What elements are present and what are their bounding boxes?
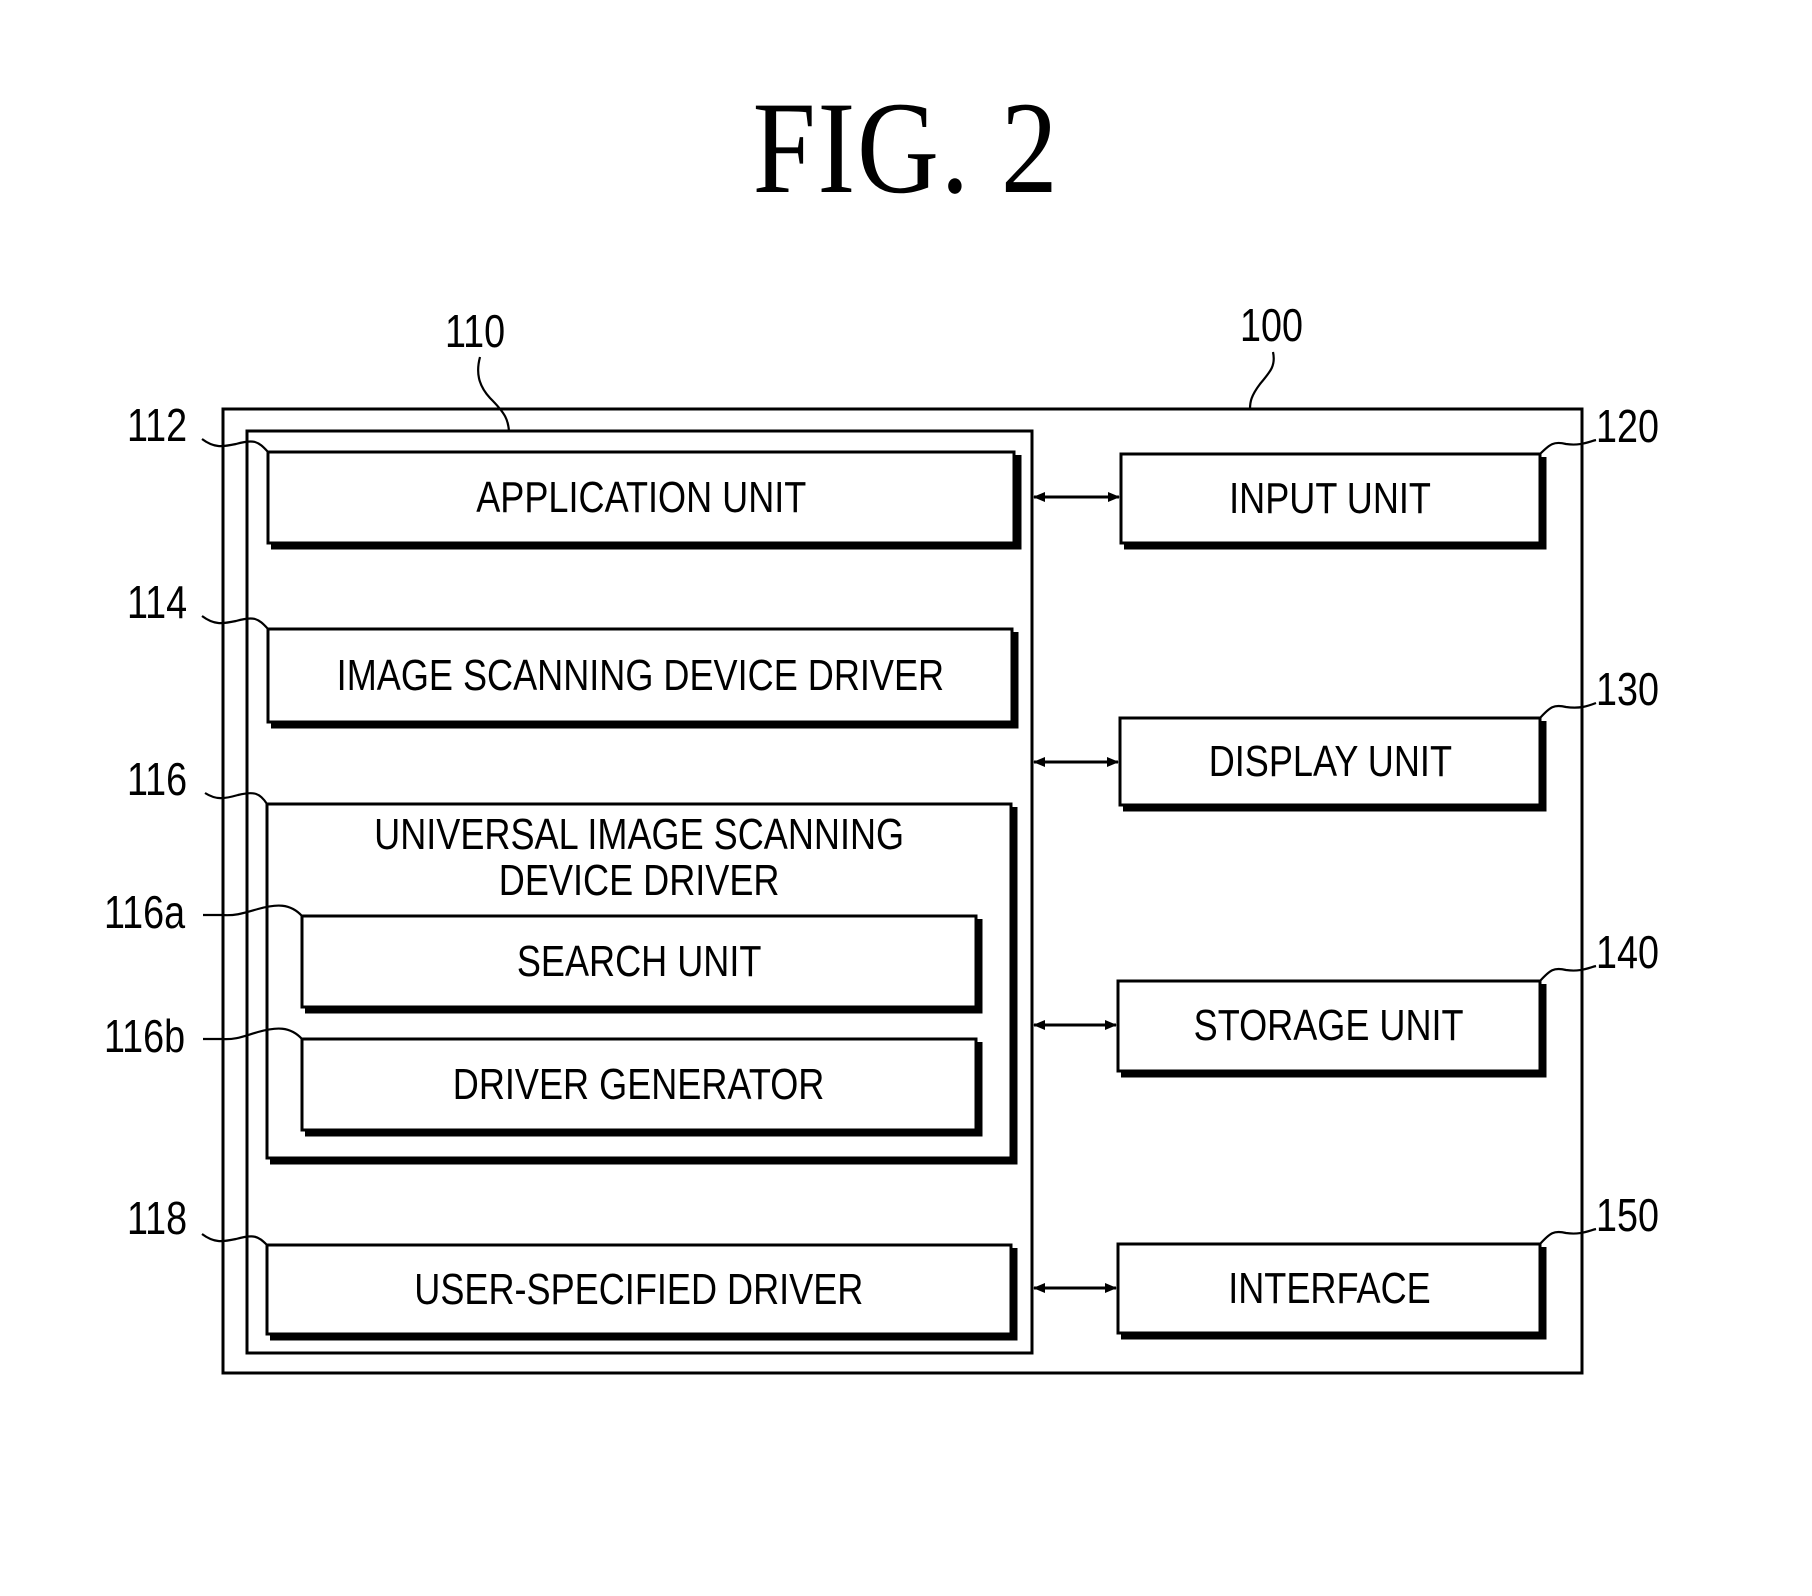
interface-label: INTERFACE <box>1227 1263 1431 1313</box>
universal-driver-label-line1: UNIVERSAL IMAGE SCANNING <box>374 810 904 859</box>
leader-120 <box>1539 438 1597 455</box>
storage-unit-label: STORAGE UNIT <box>1194 1001 1464 1050</box>
leader-150 <box>1539 1227 1597 1245</box>
leader-114 <box>201 615 269 630</box>
leader-140 <box>1539 964 1597 982</box>
driver-generator-label: DRIVER GENERATOR <box>453 1059 825 1109</box>
image-scanning-device-driver-label: IMAGE SCANNING DEVICE DRIVER <box>336 650 944 700</box>
ref-110: 110 <box>445 305 506 357</box>
ref-100: 100 <box>1240 299 1303 351</box>
ref-116b: 116b <box>104 1010 186 1062</box>
ref-114: 114 <box>127 576 188 628</box>
block-diagram <box>201 351 1597 1375</box>
leader-112 <box>201 438 269 453</box>
leader-130 <box>1539 701 1597 719</box>
ref-120: 120 <box>1596 400 1659 452</box>
ref-118: 118 <box>127 1192 188 1244</box>
display-unit-label: DISPLAY UNIT <box>1208 736 1452 786</box>
leader-116 <box>204 792 268 805</box>
search-unit-label: SEARCH UNIT <box>516 936 762 986</box>
leader-100 <box>1248 351 1275 410</box>
ref-116: 116 <box>127 753 188 805</box>
figure-canvas: FIG. 2 APPLICATION UNIT IMAGE SCANNING D… <box>0 0 1812 1596</box>
ref-150: 150 <box>1596 1189 1659 1241</box>
leader-110 <box>477 356 511 432</box>
universal-driver-label-line2: DEVICE DRIVER <box>498 856 780 905</box>
ref-140: 140 <box>1596 926 1659 978</box>
ref-112: 112 <box>127 399 188 451</box>
ref-116a: 116a <box>104 886 186 938</box>
leader-118 <box>201 1233 268 1246</box>
input-unit-label: INPUT UNIT <box>1229 473 1432 523</box>
ref-130: 130 <box>1596 663 1659 715</box>
user-specified-driver-label: USER-SPECIFIED DRIVER <box>414 1264 864 1314</box>
application-unit-label: APPLICATION UNIT <box>475 472 807 522</box>
